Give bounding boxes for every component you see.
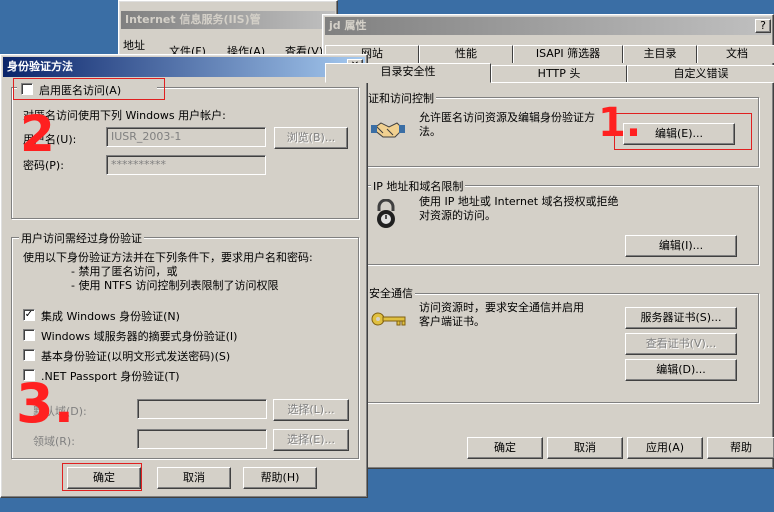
- default-domain-field[interactable]: [137, 399, 267, 419]
- secure-comm-desc: 访问资源时，要求安全通信并启用客户端证书。: [419, 301, 584, 328]
- auth-desc-line3: - 使用 NTFS 访问控制列表限制了访问权限: [71, 279, 279, 292]
- tab-isapi-filters[interactable]: ISAPI 筛选器: [513, 45, 623, 63]
- basic-auth-checkbox[interactable]: [23, 349, 35, 361]
- select-domain-button[interactable]: 选择(L)...: [273, 399, 349, 421]
- properties-cancel-button[interactable]: 取消: [547, 437, 623, 459]
- lock-dial-icon: [373, 198, 399, 229]
- auth-required-group-title: 用户访问需经过身份验证: [19, 230, 144, 246]
- tab-http-headers[interactable]: HTTP 头: [491, 65, 627, 83]
- realm-field[interactable]: [137, 429, 267, 449]
- integrated-windows-auth-checkbox[interactable]: ✓: [23, 309, 35, 321]
- basic-auth-label[interactable]: 基本身份验证(以明文形式发送密码)(S): [41, 348, 230, 364]
- properties-ok-button[interactable]: 确定: [467, 437, 543, 459]
- properties-apply-button[interactable]: 应用(A): [627, 437, 703, 459]
- auth-methods-titlebar: 身份验证方法: [3, 57, 365, 77]
- browse-button[interactable]: 浏览(B)...: [274, 127, 348, 149]
- address-label: 地址: [123, 39, 145, 52]
- server-cert-button[interactable]: 服务器证书(S)...: [625, 307, 737, 329]
- anon-access-label: 启用匿名访问(A): [39, 84, 122, 97]
- annotation-1: 1.: [598, 100, 642, 146]
- auth-cancel-button[interactable]: 取消: [157, 467, 231, 489]
- integrated-windows-auth-label[interactable]: 集成 Windows 身份验证(N): [41, 308, 180, 324]
- username-field[interactable]: IUSR_2003-1: [106, 127, 266, 147]
- annotation-2: 2: [20, 105, 55, 163]
- digest-auth-label[interactable]: Windows 域服务器的摘要式身份验证(I): [41, 328, 237, 344]
- properties-title: jd 属性: [329, 19, 367, 32]
- handshake-icon: [371, 115, 405, 143]
- properties-help-button[interactable]: 帮助: [707, 437, 774, 459]
- secure-edit-button[interactable]: 编辑(D)...: [625, 359, 737, 381]
- anon-access-row[interactable]: 启用匿名访问(A): [17, 81, 157, 97]
- select-realm-button[interactable]: 选择(E)...: [273, 429, 349, 451]
- ip-domain-desc: 使用 IP 地址或 Internet 域名授权或拒绝对资源的访问。: [419, 195, 619, 222]
- anon-access-checkbox[interactable]: [21, 83, 33, 95]
- iis-manager-titlebar: Internet 信息服务(IIS)管: [121, 11, 335, 29]
- help-question-button[interactable]: ?: [755, 19, 771, 33]
- ip-domain-group-title: IP 地址和域名限制: [371, 178, 466, 194]
- auth-methods-title: 身份验证方法: [7, 60, 73, 73]
- key-icon: [371, 311, 407, 327]
- iis-manager-title: Internet 信息服务(IIS)管: [125, 13, 261, 26]
- auth-ok-button[interactable]: 确定: [67, 467, 141, 489]
- tab-home-directory[interactable]: 主目录: [623, 45, 697, 63]
- tab-custom-errors[interactable]: 自定义错误: [627, 65, 774, 83]
- password-field[interactable]: **********: [106, 155, 266, 175]
- secure-comm-group-title: 安全通信: [367, 285, 415, 301]
- ip-edit-button[interactable]: 编辑(I)...: [625, 235, 737, 257]
- auth-access-desc: 允许匿名访问资源及编辑身份验证方法。: [419, 111, 595, 138]
- properties-dialog: jd 属性 ? 网站 性能 ISAPI 筛选器 主目录 文档 目录安全性 HTT…: [322, 14, 774, 469]
- view-cert-button[interactable]: 查看证书(V)...: [625, 333, 737, 355]
- tab-documents[interactable]: 文档: [697, 45, 774, 63]
- tab-directory-security[interactable]: 目录安全性: [325, 63, 491, 83]
- tab-performance[interactable]: 性能: [419, 45, 513, 63]
- properties-titlebar: jd 属性: [325, 17, 771, 35]
- auth-help-button[interactable]: 帮助(H): [243, 467, 317, 489]
- digest-auth-checkbox[interactable]: [23, 329, 35, 341]
- annotation-3: 3.: [16, 372, 75, 435]
